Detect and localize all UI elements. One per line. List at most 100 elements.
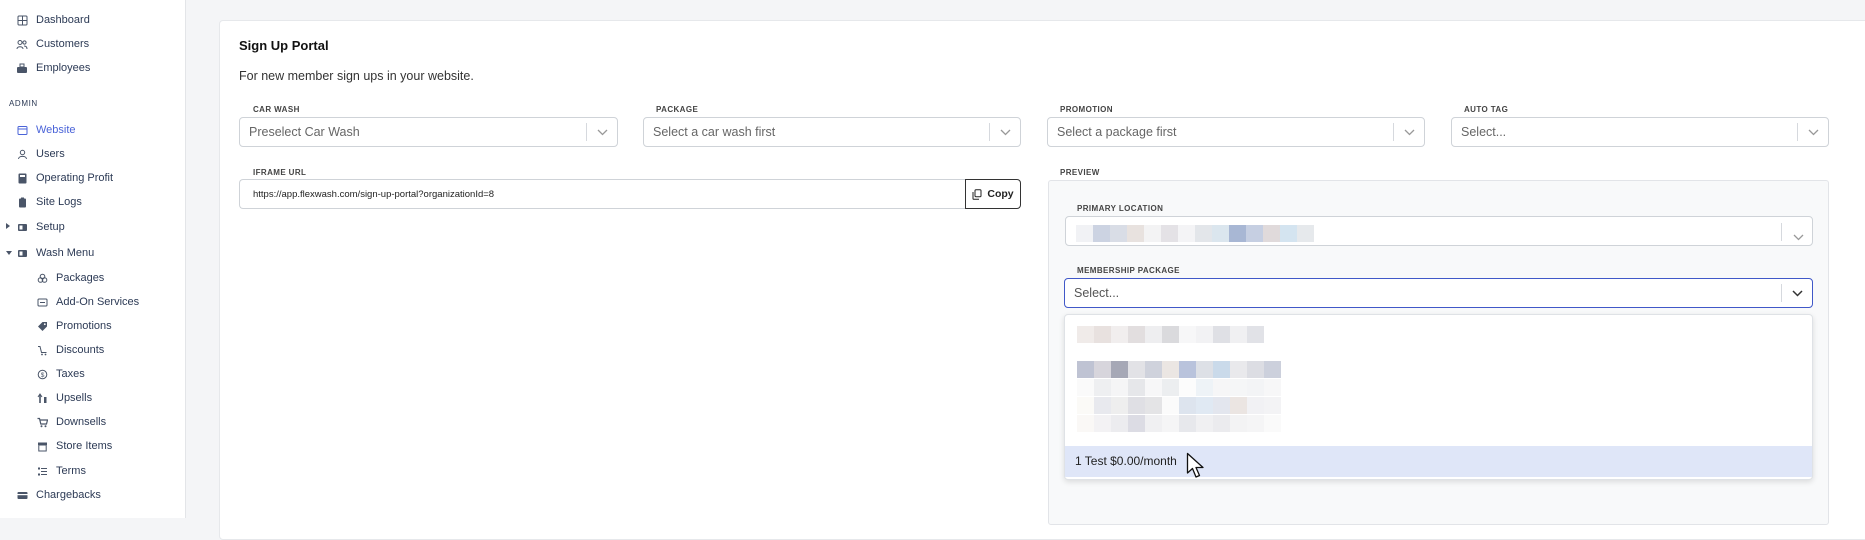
- sidebar-item-label: Add-On Services: [56, 296, 140, 308]
- sidebar-item-discounts[interactable]: Discounts: [36, 340, 104, 360]
- sidebar-item-label: Discounts: [56, 344, 105, 356]
- chevron-down-icon[interactable]: [990, 118, 1020, 146]
- admin-heading: ADMIN: [9, 99, 38, 108]
- chevron-down-icon[interactable]: [1394, 118, 1424, 146]
- upsell-icon: [36, 392, 48, 404]
- sidebar-item-chargebacks[interactable]: Chargebacks: [16, 485, 101, 505]
- car-wash-select[interactable]: Preselect Car Wash: [239, 117, 618, 147]
- auto-tag-value: Select...: [1461, 125, 1507, 139]
- sidebar-item-label: Setup: [36, 221, 65, 233]
- sidebar-item-customers[interactable]: Customers: [16, 34, 89, 54]
- calculator-icon: [16, 172, 28, 184]
- redacted-option[interactable]: [1077, 379, 1281, 396]
- select-separator: [1781, 223, 1782, 241]
- sidebar-item-label: Site Logs: [36, 196, 82, 208]
- caret-right-icon[interactable]: [6, 223, 10, 229]
- browser-icon: [16, 124, 28, 136]
- sidebar-item-label: Dashboard: [36, 14, 90, 26]
- sidebar-item-promotions[interactable]: Promotions: [36, 316, 112, 336]
- clipboard-icon: [16, 196, 28, 208]
- copy-button-label: Copy: [987, 188, 1014, 200]
- sidebar-item-label: Upsells: [56, 392, 93, 404]
- sidebar-item-dashboard[interactable]: Dashboard: [16, 10, 90, 30]
- auto-tag-select[interactable]: Select...: [1451, 117, 1829, 147]
- sidebar-item-label: Employees: [36, 62, 91, 74]
- sidebar-item-site-logs[interactable]: Site Logs: [16, 192, 82, 212]
- employee-icon: [16, 62, 28, 74]
- sidebar-item-label: Chargebacks: [36, 489, 101, 501]
- redacted-option[interactable]: [1077, 415, 1281, 432]
- redacted-option[interactable]: [1077, 397, 1281, 414]
- iframe-url-label: IFRAME URL: [253, 168, 307, 177]
- car-wash-value: Preselect Car Wash: [249, 125, 360, 139]
- store-icon: [36, 440, 48, 452]
- sidebar-item-label: Store Items: [56, 440, 113, 452]
- caret-down-icon[interactable]: [6, 251, 12, 255]
- sidebar-item-taxes[interactable]: $ Taxes: [36, 364, 85, 384]
- sidebar-item-wash-menu[interactable]: Wash Menu: [16, 243, 94, 263]
- cart-icon: [36, 416, 48, 428]
- redacted-option[interactable]: [1077, 326, 1264, 343]
- terms-icon: [36, 465, 48, 477]
- dropdown-option-label: 1 Test $0.00/month: [1075, 454, 1177, 468]
- grid-icon: [16, 14, 28, 26]
- sidebar-item-label: Taxes: [56, 368, 85, 380]
- users-icon: [16, 38, 28, 50]
- membership-package-label: MEMBERSHIP PACKAGE: [1077, 266, 1180, 275]
- addon-icon: [36, 296, 48, 308]
- redacted-location-value: [1076, 225, 1314, 242]
- sidebar-item-label: Customers: [36, 38, 90, 50]
- redacted-option[interactable]: [1077, 361, 1281, 378]
- card-icon: [16, 489, 28, 501]
- sidebar-item-label: Operating Profit: [36, 172, 114, 184]
- sidebar-item-label: Users: [36, 148, 65, 160]
- tax-icon: $: [36, 368, 48, 380]
- chevron-down-icon[interactable]: [1793, 228, 1804, 246]
- promotion-value: Select a package first: [1057, 125, 1177, 139]
- sidebar-item-downsells[interactable]: Downsells: [36, 412, 106, 432]
- sidebar-item-label: Terms: [56, 465, 86, 477]
- iframe-url-field[interactable]: https://app.flexwash.com/sign-up-portal?…: [239, 179, 965, 209]
- discount-icon: [36, 344, 48, 356]
- dropdown-option-highlighted[interactable]: [1065, 446, 1812, 477]
- membership-package-value: Select...: [1074, 286, 1120, 300]
- page-subtitle: For new member sign ups in your website.: [239, 69, 474, 83]
- svg-text:$: $: [40, 372, 44, 379]
- sidebar-item-setup[interactable]: Setup: [16, 217, 65, 237]
- packages-icon: [36, 272, 48, 284]
- primary-location-select[interactable]: [1065, 216, 1813, 246]
- sidebar-item-terms[interactable]: Terms: [36, 461, 86, 481]
- promotion-select[interactable]: Select a package first: [1047, 117, 1425, 147]
- sidebar-item-label: Promotions: [56, 320, 112, 332]
- copy-button[interactable]: Copy: [965, 179, 1021, 209]
- chevron-down-icon[interactable]: [587, 118, 617, 146]
- copy-icon: [972, 188, 982, 200]
- package-select[interactable]: Select a car wash first: [643, 117, 1021, 147]
- membership-package-select[interactable]: Select...: [1064, 278, 1813, 308]
- sidebar-item-label: Packages: [56, 272, 105, 284]
- chevron-down-icon[interactable]: [1798, 118, 1828, 146]
- sidebar-item-operating-profit[interactable]: Operating Profit: [16, 168, 113, 188]
- mouse-cursor-icon: [1186, 452, 1204, 478]
- membership-package-dropdown: 1 Test $0.00/month: [1064, 314, 1813, 480]
- package-value: Select a car wash first: [653, 125, 776, 139]
- sidebar-item-label: Downsells: [56, 416, 107, 428]
- user-icon: [16, 148, 28, 160]
- package-label: PACKAGE: [656, 105, 699, 114]
- auto-tag-label: AUTO TAG: [1464, 105, 1509, 114]
- sidebar: Dashboard Customers Employees ADMIN Webs…: [0, 0, 186, 518]
- sidebar-item-label: Wash Menu: [36, 247, 95, 259]
- sidebar-item-employees[interactable]: Employees: [16, 58, 90, 78]
- sidebar-item-users[interactable]: Users: [16, 144, 65, 164]
- primary-location-label: PRIMARY LOCATION: [1077, 204, 1164, 213]
- sidebar-item-packages[interactable]: Packages: [36, 268, 104, 288]
- car-wash-label: CAR WASH: [253, 105, 300, 114]
- menu-icon: [16, 247, 28, 259]
- sidebar-item-add-on-services[interactable]: Add-On Services: [36, 292, 139, 312]
- chevron-down-icon[interactable]: [1782, 279, 1812, 307]
- promotion-label: PROMOTION: [1060, 105, 1113, 114]
- sidebar-item-store-items[interactable]: Store Items: [36, 436, 112, 456]
- setup-icon: [16, 221, 28, 233]
- sidebar-item-website[interactable]: Website: [16, 120, 76, 140]
- sidebar-item-upsells[interactable]: Upsells: [36, 388, 92, 408]
